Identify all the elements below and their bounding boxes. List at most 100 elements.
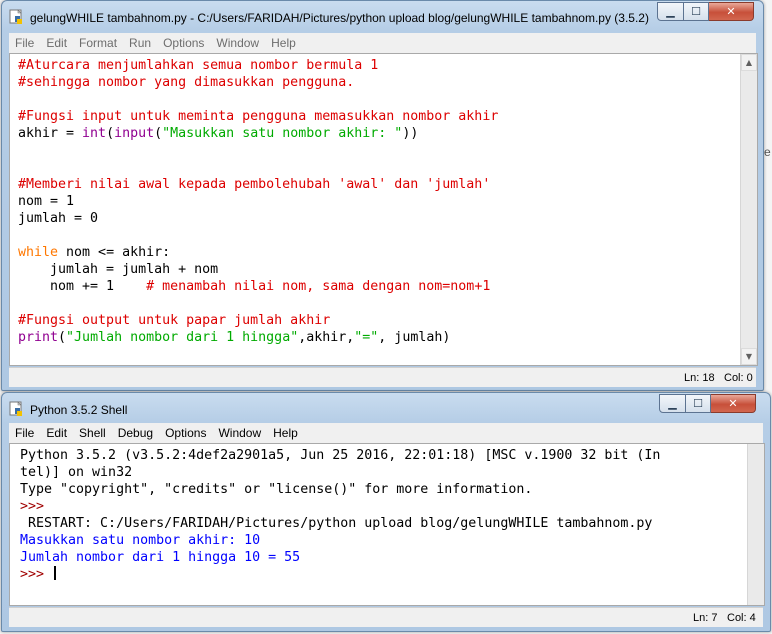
menu-file[interactable]: File xyxy=(9,426,40,440)
menu-debug[interactable]: Debug xyxy=(112,426,159,440)
editor-statusbar: Ln: 18 Col: 0 xyxy=(9,367,756,387)
shell-window-title: Python 3.5.2 Shell xyxy=(30,403,128,417)
code-line-token: , jumlah) xyxy=(378,330,451,345)
code-line-token: ,akhir, xyxy=(298,330,355,345)
code-line-token: ( xyxy=(106,126,115,141)
close-button[interactable]: ✕ xyxy=(711,394,756,413)
shell-line-token: >>> xyxy=(20,499,53,514)
menu-run[interactable]: Run xyxy=(123,36,157,50)
minimize-icon: ▁ xyxy=(668,397,677,410)
editor-vertical-scrollbar[interactable]: ▲ ▼ xyxy=(740,54,757,365)
shell-line: tel)] on win32 xyxy=(20,464,660,481)
scroll-up-arrow-icon[interactable]: ▲ xyxy=(741,54,757,71)
code-editor[interactable]: #Aturcara menjumlahkan semua nombor berm… xyxy=(9,53,758,366)
shell-line-token: Jumlah nombor dari 1 hingga 10 = 55 xyxy=(20,550,301,565)
code-line-token: nom = 1 xyxy=(18,194,75,209)
code-line: jumlah = jumlah + nom xyxy=(18,261,498,278)
shell-menubar: File Edit Shell Debug Options Window Hel… xyxy=(9,423,763,443)
menu-file[interactable]: File xyxy=(9,36,40,50)
maximize-button[interactable]: ☐ xyxy=(684,2,709,21)
python-idle-icon xyxy=(9,9,22,24)
shell-line: RESTART: C:/Users/FARIDAH/Pictures/pytho… xyxy=(20,515,660,532)
shell-line-token: Type "copyright", "credits" or "license(… xyxy=(20,482,533,497)
editor-window-controls: ▁ ☐ ✕ xyxy=(657,2,754,21)
menu-options[interactable]: Options xyxy=(159,426,212,440)
scroll-down-arrow-icon[interactable]: ▼ xyxy=(741,348,757,365)
shell-line: Type "copyright", "credits" or "license(… xyxy=(20,481,660,498)
code-line-token: nom <= akhir: xyxy=(58,245,171,260)
shell-line: Masukkan satu nombor akhir: 10 xyxy=(20,532,660,549)
editor-window: gelungWHILE tambahnom.py - C:/Users/FARI… xyxy=(1,0,764,391)
code-text-area[interactable]: #Aturcara menjumlahkan semua nombor berm… xyxy=(18,57,498,346)
shell-text-area[interactable]: Python 3.5.2 (v3.5.2:4def2a2901a5, Jun 2… xyxy=(20,447,660,583)
shell-vertical-scrollbar[interactable] xyxy=(747,444,764,605)
shell-line: >>> xyxy=(20,498,660,515)
menu-edit[interactable]: Edit xyxy=(40,426,73,440)
code-line-token: #Fungsi output untuk papar jumlah akhir xyxy=(18,313,331,328)
menu-window[interactable]: Window xyxy=(212,426,267,440)
code-line: #sehingga nombor yang dimasukkan penggun… xyxy=(18,74,498,91)
shell-window-controls: ▁ ☐ ✕ xyxy=(659,394,756,413)
menu-options[interactable]: Options xyxy=(157,36,210,50)
shell-line-token: >>> xyxy=(20,567,53,582)
code-line: nom += 1 # menambah nilai nom, sama deng… xyxy=(18,278,498,295)
python-idle-icon xyxy=(9,401,22,416)
shell-line: >>> xyxy=(20,566,660,583)
minimize-button[interactable]: ▁ xyxy=(659,394,686,413)
code-line-token: jumlah = jumlah + nom xyxy=(18,262,219,277)
close-button[interactable]: ✕ xyxy=(709,2,754,21)
minimize-button[interactable]: ▁ xyxy=(657,2,684,21)
menu-shell[interactable]: Shell xyxy=(73,426,112,440)
code-line-token: #Aturcara menjumlahkan semua nombor berm… xyxy=(18,58,379,73)
shell-line: Jumlah nombor dari 1 hingga 10 = 55 xyxy=(20,549,660,566)
shell-statusbar: Ln: 7 Col: 4 xyxy=(9,607,763,627)
code-line-token: int xyxy=(82,126,107,141)
close-icon: ✕ xyxy=(728,397,738,410)
close-icon: ✕ xyxy=(726,5,736,18)
menu-format[interactable]: Format xyxy=(73,36,123,50)
minimize-icon: ▁ xyxy=(666,5,675,18)
shell-line: Python 3.5.2 (v3.5.2:4def2a2901a5, Jun 2… xyxy=(20,447,660,464)
code-line-token: jumlah = 0 xyxy=(18,211,99,226)
maximize-button[interactable]: ☐ xyxy=(686,394,711,413)
line-indicator: Ln: 7 xyxy=(693,612,718,624)
menu-help[interactable]: Help xyxy=(265,36,302,50)
code-line-token: while xyxy=(18,245,59,260)
code-line-token: "Masukkan satu nombor akhir: " xyxy=(162,126,403,141)
code-line-token: akhir = xyxy=(18,126,83,141)
shell-line-token: Python 3.5.2 (v3.5.2:4def2a2901a5, Jun 2… xyxy=(20,448,661,463)
line-indicator: Ln: 18 xyxy=(684,372,715,384)
code-line-token: "Jumlah nombor dari 1 hingga" xyxy=(66,330,299,345)
code-line: akhir = int(input("Masukkan satu nombor … xyxy=(18,125,498,142)
code-line-token: # menambah nilai nom, sama dengan nom=no… xyxy=(146,279,491,294)
menu-help[interactable]: Help xyxy=(267,426,304,440)
column-indicator: Col: 4 xyxy=(727,612,756,624)
editor-window-title: gelungWHILE tambahnom.py - C:/Users/FARI… xyxy=(30,11,649,25)
editor-titlebar[interactable]: gelungWHILE tambahnom.py - C:/Users/FARI… xyxy=(2,1,763,31)
code-line: #Memberi nilai awal kepada pembolehubah … xyxy=(18,176,498,193)
shell-line-token: Masukkan satu nombor akhir: 10 xyxy=(20,533,261,548)
shell-output-area[interactable]: Python 3.5.2 (v3.5.2:4def2a2901a5, Jun 2… xyxy=(9,443,765,606)
code-line: jumlah = 0 xyxy=(18,210,498,227)
shell-line-token: tel)] on win32 xyxy=(20,465,133,480)
code-line-token: "=" xyxy=(354,330,379,345)
code-line-token: #sehingga nombor yang dimasukkan penggun… xyxy=(18,75,355,90)
menu-edit[interactable]: Edit xyxy=(40,36,73,50)
code-line-token: ( xyxy=(58,330,67,345)
code-line-token: input xyxy=(114,126,155,141)
editor-menubar: File Edit Format Run Options Window Help xyxy=(9,33,756,53)
shell-window: Python 3.5.2 Shell ▁ ☐ ✕ File Edit Shell… xyxy=(1,392,771,632)
maximize-icon: ☐ xyxy=(693,397,703,410)
code-line: #Fungsi input untuk meminta pengguna mem… xyxy=(18,108,498,125)
background-window-fragment: e xyxy=(764,145,771,159)
shell-titlebar[interactable]: Python 3.5.2 Shell ▁ ☐ ✕ xyxy=(2,393,770,423)
code-line: while nom <= akhir: xyxy=(18,244,498,261)
code-line-token: #Memberi nilai awal kepada pembolehubah … xyxy=(18,177,491,192)
menu-window[interactable]: Window xyxy=(210,36,265,50)
maximize-icon: ☐ xyxy=(691,5,701,18)
column-indicator: Col: 0 xyxy=(724,372,753,384)
